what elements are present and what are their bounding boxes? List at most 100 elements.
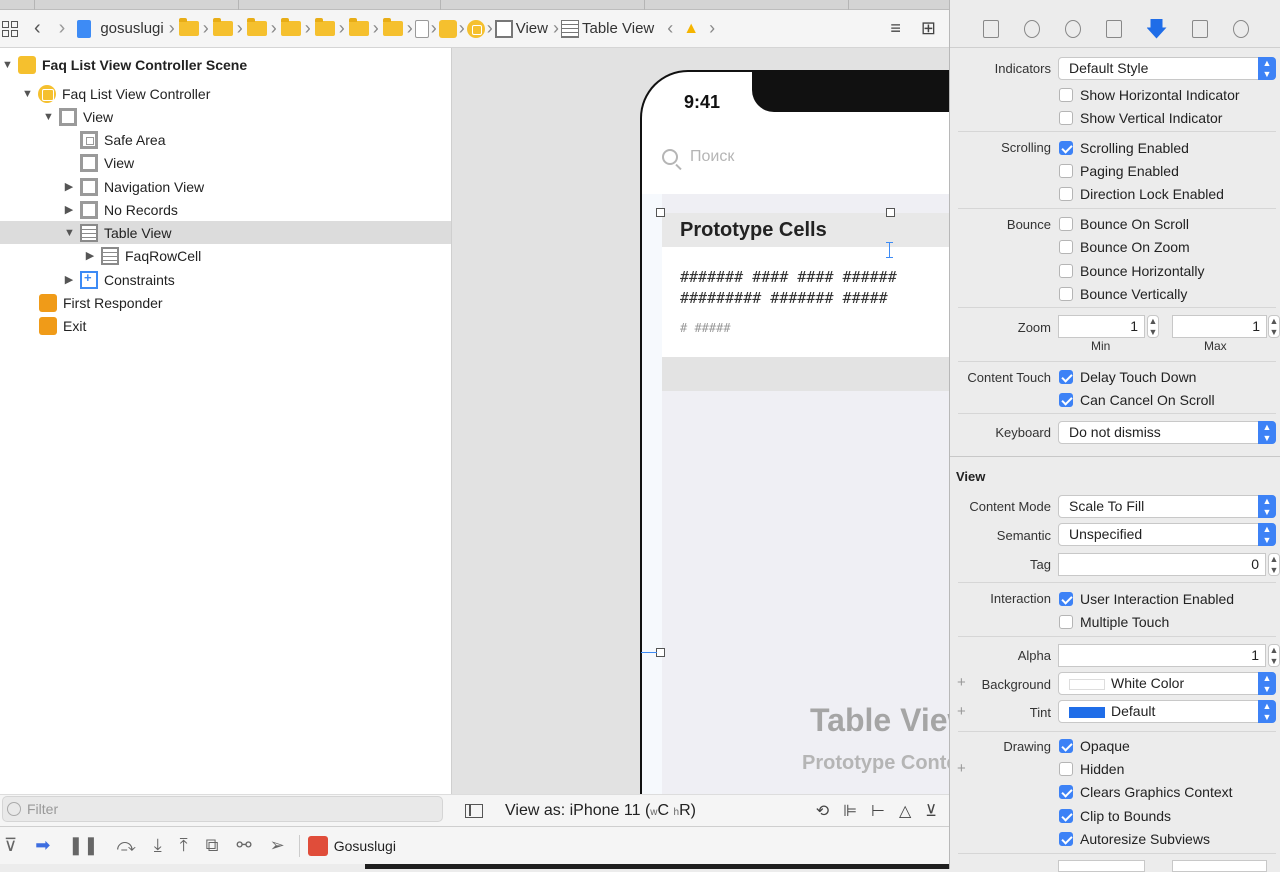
disclosure-triangle-icon[interactable]: ▼	[2, 59, 13, 71]
pause-icon[interactable]: ❚❚	[68, 835, 98, 856]
indicators-popup[interactable]: Default Style ▲ ▼	[1058, 57, 1276, 80]
simulate-location-icon[interactable]: ➢	[270, 835, 285, 856]
search-bar[interactable]: Поиск	[662, 148, 734, 166]
clears-graphics-checkbox[interactable]: Clears Graphics Context	[1059, 784, 1233, 800]
history-inspector-icon[interactable]	[1023, 19, 1040, 38]
previous-issue-icon[interactable]: ‹	[667, 18, 673, 39]
outline-item-first-responder[interactable]: First Responder	[0, 291, 451, 314]
device-config-button[interactable]: View as: iPhone 11 (wC hR)	[505, 802, 696, 820]
folder-icon[interactable]	[382, 18, 403, 36]
memory-graph-icon[interactable]: ⚯	[237, 835, 252, 856]
outline-item-exit[interactable]: Exit	[0, 314, 451, 337]
file-inspector-icon[interactable]	[982, 19, 999, 38]
step-over-icon[interactable]: ⤼	[116, 835, 135, 856]
user-interaction-checkbox[interactable]: User Interaction Enabled	[1059, 591, 1234, 607]
folder-icon[interactable]	[280, 18, 301, 36]
bounce-on-scroll-checkbox[interactable]: Bounce On Scroll	[1059, 216, 1189, 232]
disclosure-triangle-icon[interactable]: ▼	[64, 227, 75, 239]
disclosure-triangle-icon[interactable]: ▶	[64, 273, 74, 286]
add-constraints-icon[interactable]: ⊢	[871, 801, 885, 821]
disclosure-triangle-icon[interactable]: ▶	[64, 203, 74, 216]
breadcrumb-view[interactable]: View	[516, 20, 548, 37]
storyboard-file-icon[interactable]	[414, 19, 429, 38]
autoresize-subviews-checkbox[interactable]: Autoresize Subviews	[1059, 831, 1210, 847]
toggle-outline-icon[interactable]	[465, 803, 483, 818]
split-editor-icon[interactable]: ⊞	[921, 18, 936, 39]
folder-icon[interactable]	[212, 18, 233, 36]
folder-icon[interactable]	[314, 18, 335, 36]
tag-stepper[interactable]: ▲ ▼	[1268, 553, 1280, 576]
connections-inspector-icon[interactable]	[1232, 19, 1249, 38]
scrolling-enabled-checkbox[interactable]: Scrolling Enabled	[1059, 140, 1189, 156]
multiple-touch-checkbox[interactable]: Multiple Touch	[1059, 614, 1169, 630]
resize-handle[interactable]	[656, 648, 665, 657]
can-cancel-on-scroll-checkbox[interactable]: Can Cancel On Scroll	[1059, 392, 1215, 408]
add-variation-icon[interactable]: +	[957, 674, 966, 691]
keyboard-popup[interactable]: Do not dismiss ▲ ▼	[1058, 421, 1276, 444]
outline-item-scene[interactable]: ▼ Faq List View Controller Scene	[0, 53, 451, 76]
resize-handle[interactable]	[886, 208, 895, 217]
show-horizontal-checkbox[interactable]: Show Horizontal Indicator	[1059, 87, 1240, 103]
outline-item-view-controller[interactable]: ▼ Faq List View Controller	[0, 82, 451, 105]
background-popup[interactable]: White Color ▲ ▼	[1058, 672, 1276, 695]
tag-field[interactable]: 0	[1058, 553, 1266, 576]
step-out-icon[interactable]: ⤒	[180, 835, 188, 856]
paging-enabled-checkbox[interactable]: Paging Enabled	[1059, 163, 1179, 179]
breadcrumb-table-view[interactable]: Table View	[582, 20, 654, 37]
warning-icon[interactable]: ▲	[683, 20, 699, 38]
view-hierarchy-icon[interactable]: ⧉	[206, 835, 219, 856]
resolve-issues-icon[interactable]: △	[899, 801, 911, 821]
semantic-popup[interactable]: Unspecified ▲ ▼	[1058, 523, 1276, 546]
disclosure-triangle-icon[interactable]: ▼	[43, 111, 54, 123]
partial-field[interactable]	[1172, 860, 1267, 872]
step-into-icon[interactable]: ⤓	[154, 835, 162, 856]
next-issue-icon[interactable]: ›	[709, 18, 715, 39]
direction-lock-checkbox[interactable]: Direction Lock Enabled	[1059, 186, 1224, 202]
storyboard-canvas[interactable]: 9:41 Поиск Prototype Cells ####### #### …	[451, 48, 949, 826]
editor-options-icon[interactable]: ≡	[890, 18, 901, 39]
folder-icon[interactable]	[178, 18, 199, 36]
hide-debug-area-icon[interactable]: ⊽	[4, 835, 17, 856]
zoom-min-stepper[interactable]: ▲ ▼	[1147, 315, 1159, 338]
identity-inspector-icon[interactable]	[1105, 19, 1122, 38]
partial-field[interactable]	[1058, 860, 1145, 872]
quick-help-icon[interactable]	[1064, 19, 1081, 38]
zoom-max-stepper[interactable]: ▲ ▼	[1268, 315, 1280, 338]
outline-item-faq-row-cell[interactable]: ▶ FaqRowCell	[0, 244, 451, 267]
alpha-stepper[interactable]: ▲ ▼	[1268, 644, 1280, 667]
iphone-frame[interactable]: 9:41 Поиск Prototype Cells ####### #### …	[640, 70, 949, 826]
update-frames-icon[interactable]: ⟲	[816, 801, 829, 821]
forward-chevron-icon[interactable]: ›	[59, 17, 66, 40]
zoom-max-field[interactable]: 1	[1172, 315, 1267, 338]
back-chevron-icon[interactable]: ‹	[34, 17, 41, 40]
outline-item-table-view[interactable]: ▼ Table View	[0, 221, 451, 244]
outline-item-no-records[interactable]: ▶ No Records	[0, 198, 451, 221]
breadcrumb-project[interactable]: gosuslugi	[100, 20, 163, 37]
console-area[interactable]	[365, 864, 949, 869]
bounce-vertically-checkbox[interactable]: Bounce Vertically	[1059, 286, 1187, 302]
clip-to-bounds-checkbox[interactable]: Clip to Bounds	[1059, 808, 1171, 824]
zoom-min-field[interactable]: 1	[1058, 315, 1145, 338]
size-inspector-icon[interactable]	[1191, 19, 1208, 38]
hidden-checkbox[interactable]: Hidden	[1059, 761, 1124, 777]
view-controller-icon[interactable]	[466, 19, 485, 38]
folder-icon[interactable]	[246, 18, 267, 36]
prototype-cell-empty[interactable]	[662, 357, 949, 391]
add-variation-icon[interactable]: +	[957, 760, 966, 777]
outline-item-navigation-view[interactable]: ▶ Navigation View	[0, 175, 451, 198]
embed-in-icon[interactable]: ⊻	[925, 801, 937, 821]
folder-icon[interactable]	[348, 18, 369, 36]
resize-handle[interactable]	[656, 208, 665, 217]
outline-item-view[interactable]: ▼ View	[0, 105, 451, 128]
tint-popup[interactable]: Default ▲ ▼	[1058, 700, 1276, 723]
show-vertical-checkbox[interactable]: Show Vertical Indicator	[1059, 110, 1222, 126]
disclosure-triangle-icon[interactable]: ▶	[85, 249, 95, 262]
scene-icon[interactable]	[438, 19, 457, 38]
disclosure-triangle-icon[interactable]: ▼	[22, 88, 33, 100]
filter-input[interactable]: Filter	[2, 796, 443, 822]
process-name[interactable]: Gosuslugi	[334, 838, 396, 854]
bounce-on-zoom-checkbox[interactable]: Bounce On Zoom	[1059, 239, 1190, 255]
add-variation-icon[interactable]: +	[957, 703, 966, 720]
breakpoints-icon[interactable]: ➡	[35, 835, 50, 856]
opaque-checkbox[interactable]: Opaque	[1059, 738, 1130, 754]
